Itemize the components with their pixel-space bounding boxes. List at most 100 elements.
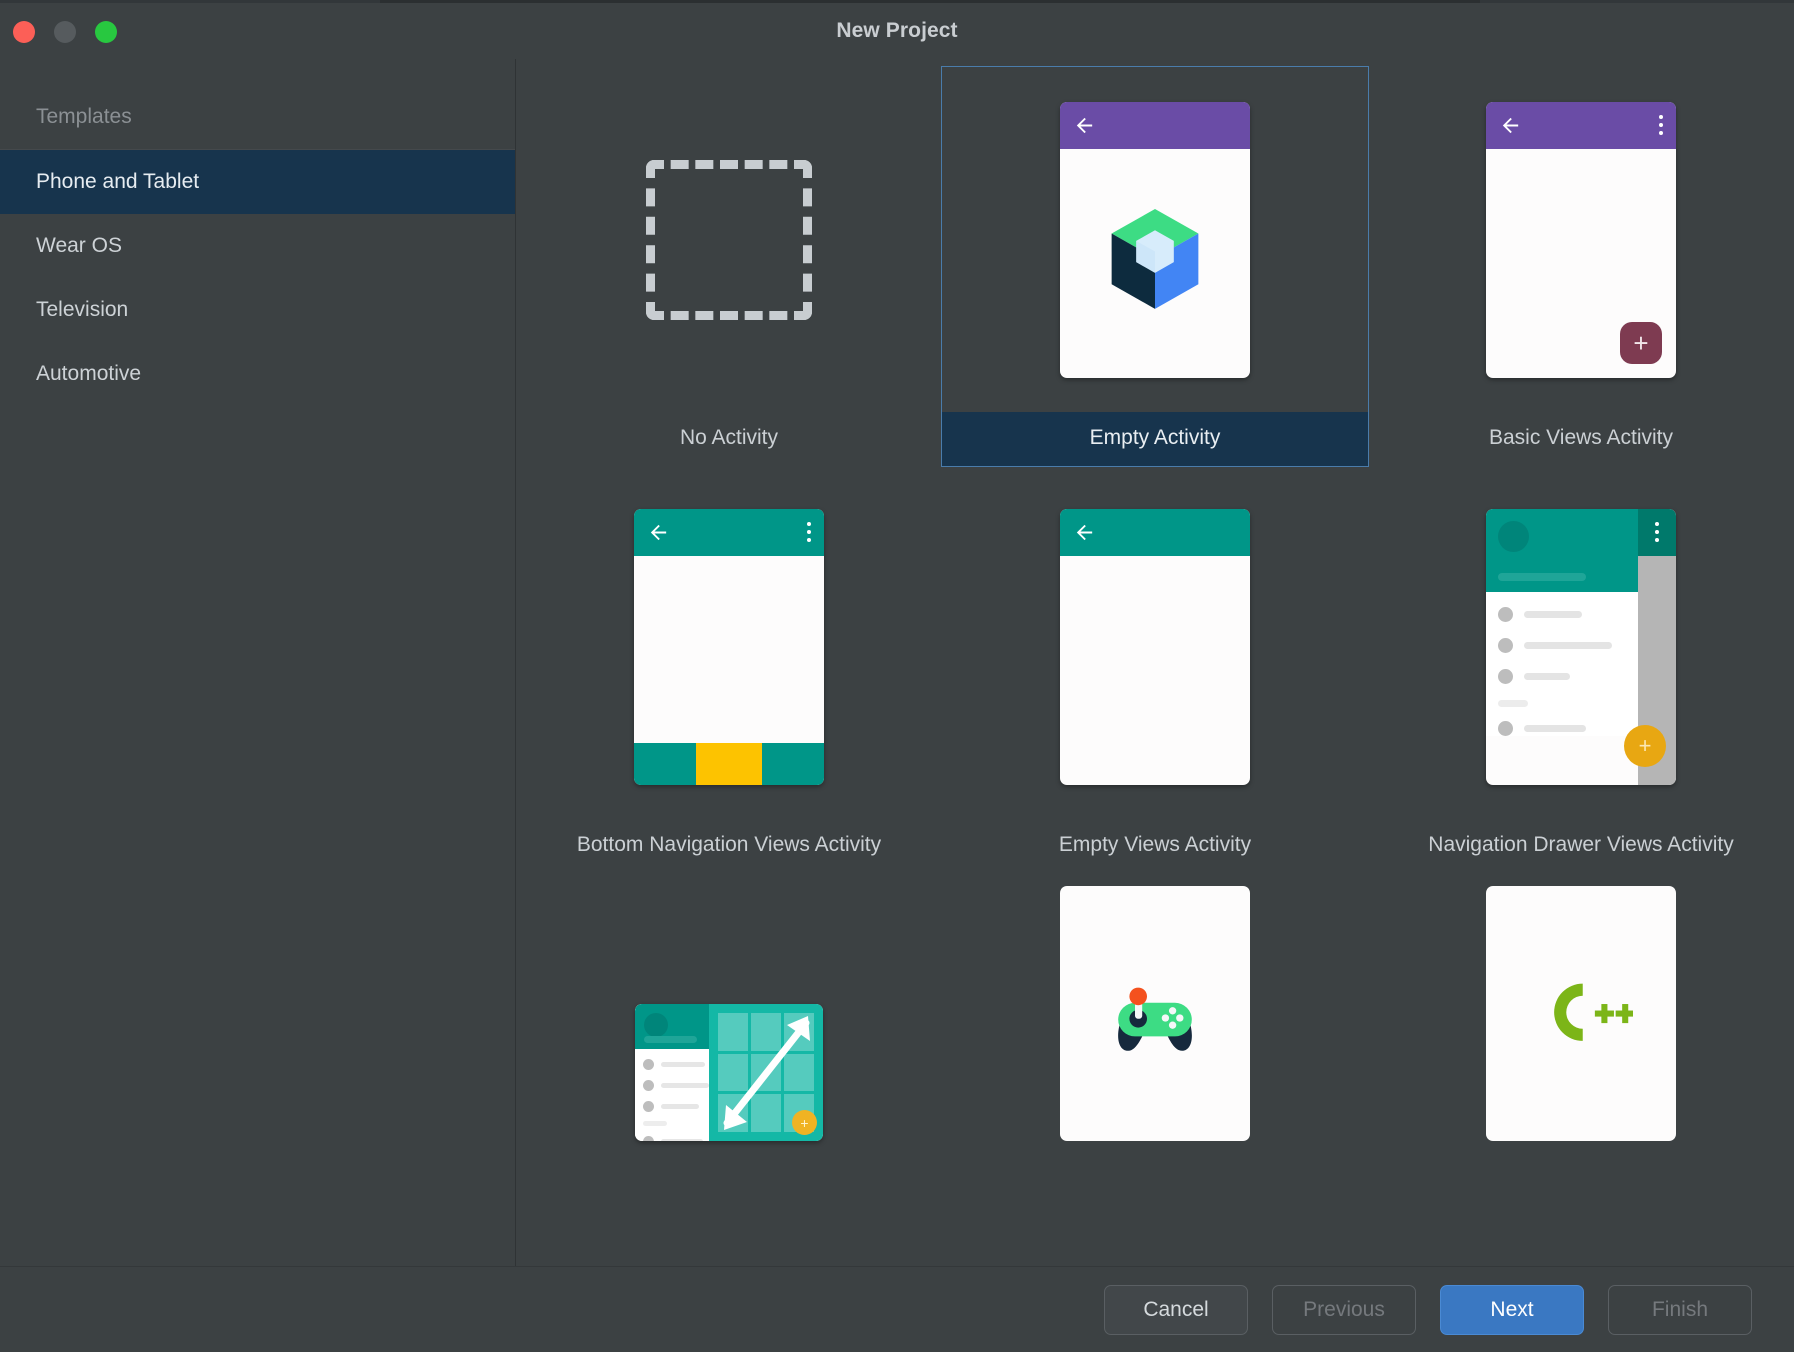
list-item-icon xyxy=(643,1101,654,1112)
close-window-button[interactable] xyxy=(13,21,35,43)
template-card-responsive-views-activity[interactable]: + xyxy=(516,873,942,1171)
floating-action-button-icon: + xyxy=(1620,322,1662,364)
back-arrow-icon xyxy=(647,521,670,544)
back-arrow-icon xyxy=(1499,114,1522,137)
avatar xyxy=(1498,521,1529,552)
sidebar-header: Templates xyxy=(0,85,515,149)
list-item-icon xyxy=(1498,638,1513,653)
list-item-label-placeholder xyxy=(661,1139,703,1141)
button-label: Next xyxy=(1490,1298,1533,1322)
phone-mock xyxy=(634,509,824,785)
templates-sidebar: Templates Phone and Tablet Wear OS Telev… xyxy=(0,59,516,1266)
sidebar-item-television[interactable]: Television xyxy=(0,278,515,342)
template-card-empty-activity[interactable]: Empty Activity xyxy=(942,59,1368,466)
floating-action-button-icon: + xyxy=(792,1110,817,1135)
app-bar xyxy=(1060,509,1250,556)
template-card-no-activity[interactable]: No Activity xyxy=(516,59,942,466)
previous-button[interactable]: Previous xyxy=(1272,1285,1416,1335)
app-bar xyxy=(1486,102,1676,149)
template-card-navigation-drawer-views-activity[interactable]: + Navigation Drawer Views Activity xyxy=(1368,466,1794,873)
game-controller-icon xyxy=(1107,966,1203,1062)
sidebar-item-phone-and-tablet[interactable]: Phone and Tablet xyxy=(0,150,515,214)
cancel-button[interactable]: Cancel xyxy=(1104,1285,1248,1335)
list-item-icon xyxy=(1498,669,1513,684)
app-bar xyxy=(1060,102,1250,149)
drawer-pane xyxy=(635,1004,709,1141)
list-item-label-placeholder xyxy=(661,1104,699,1109)
button-label: Cancel xyxy=(1143,1298,1208,1322)
avatar xyxy=(644,1013,668,1037)
list-item xyxy=(1486,669,1638,684)
list-item-icon xyxy=(1498,607,1513,622)
list-item xyxy=(635,1101,709,1112)
template-thumbnail xyxy=(516,67,942,412)
template-thumbnail: + xyxy=(516,881,942,1141)
sidebar-item-label: Automotive xyxy=(36,362,141,385)
templates-gallery: No Activity xyxy=(516,59,1794,1266)
template-card-label: Empty Views Activity xyxy=(942,819,1368,873)
sidebar-item-label: Phone and Tablet xyxy=(36,170,199,193)
bottom-nav-item-active xyxy=(696,743,761,785)
bottom-nav-item xyxy=(634,743,696,785)
bottom-navigation-bar xyxy=(634,743,824,785)
list-item-icon xyxy=(643,1080,654,1091)
overflow-menu-icon xyxy=(1655,522,1659,542)
window-controls xyxy=(13,21,117,43)
drawer-item-list xyxy=(1486,592,1638,736)
templates-grid: No Activity xyxy=(516,59,1794,1171)
maximize-window-button[interactable] xyxy=(95,21,117,43)
template-card-basic-views-activity[interactable]: + Basic Views Activity xyxy=(1368,59,1794,466)
sidebar-item-label: Wear OS xyxy=(36,234,122,257)
list-item-label-placeholder xyxy=(1524,611,1582,618)
phone-mock xyxy=(1060,509,1250,785)
drawer-header xyxy=(635,1004,709,1049)
list-item-label-placeholder xyxy=(1524,725,1586,732)
list-section-header-placeholder xyxy=(643,1121,667,1126)
list-item-label-placeholder xyxy=(661,1062,705,1067)
template-card-label: No Activity xyxy=(516,412,942,466)
list-item-icon xyxy=(1498,721,1513,736)
phone-mock xyxy=(1060,886,1250,1141)
title-bar: New Project xyxy=(0,3,1794,59)
template-card-game-activity[interactable] xyxy=(942,873,1368,1171)
button-label: Previous xyxy=(1303,1298,1385,1322)
dialog-body: Templates Phone and Tablet Wear OS Telev… xyxy=(0,59,1794,1266)
overflow-menu-icon xyxy=(807,522,811,542)
phone-mock: + xyxy=(1486,509,1676,785)
bottom-nav-item xyxy=(762,743,824,785)
list-item-label-placeholder xyxy=(661,1083,709,1088)
template-card-label: Navigation Drawer Views Activity xyxy=(1368,819,1794,873)
next-button[interactable]: Next xyxy=(1440,1285,1584,1335)
template-card-label xyxy=(1368,1141,1794,1171)
template-thumbnail xyxy=(942,474,1368,819)
back-arrow-icon xyxy=(1073,114,1096,137)
template-card-label xyxy=(516,1141,942,1171)
overflow-menu-icon xyxy=(1659,115,1663,135)
drawer-headline-placeholder xyxy=(644,1036,697,1043)
template-thumbnail: + xyxy=(1368,67,1794,412)
phone-mock xyxy=(1486,886,1676,1141)
template-thumbnail xyxy=(942,881,1368,1141)
template-card-label xyxy=(942,1141,1368,1171)
new-project-dialog: New Project Templates Phone and Tablet W… xyxy=(0,0,1794,1352)
phone-mock: + xyxy=(1486,102,1676,378)
template-card-native-cpp[interactable] xyxy=(1368,873,1794,1171)
list-item xyxy=(635,1080,709,1091)
list-item xyxy=(635,1136,709,1141)
list-item-icon xyxy=(643,1059,654,1070)
tablet-mock: + xyxy=(635,1004,823,1141)
template-card-label: Empty Activity xyxy=(942,412,1368,466)
finish-button[interactable]: Finish xyxy=(1608,1285,1752,1335)
list-item xyxy=(635,1059,709,1070)
sidebar-item-label: Television xyxy=(36,298,128,321)
template-card-bottom-navigation-views-activity[interactable]: Bottom Navigation Views Activity xyxy=(516,466,942,873)
sidebar-item-wear-os[interactable]: Wear OS xyxy=(0,214,515,278)
minimize-window-button[interactable] xyxy=(54,21,76,43)
jetpack-compose-logo-icon xyxy=(1101,209,1209,317)
template-card-empty-views-activity[interactable]: Empty Views Activity xyxy=(942,466,1368,873)
sidebar-item-automotive[interactable]: Automotive xyxy=(0,342,515,406)
dashed-rectangle-icon xyxy=(646,160,812,320)
list-item xyxy=(1486,607,1638,622)
template-card-label: Basic Views Activity xyxy=(1368,412,1794,466)
template-thumbnail xyxy=(942,67,1368,412)
